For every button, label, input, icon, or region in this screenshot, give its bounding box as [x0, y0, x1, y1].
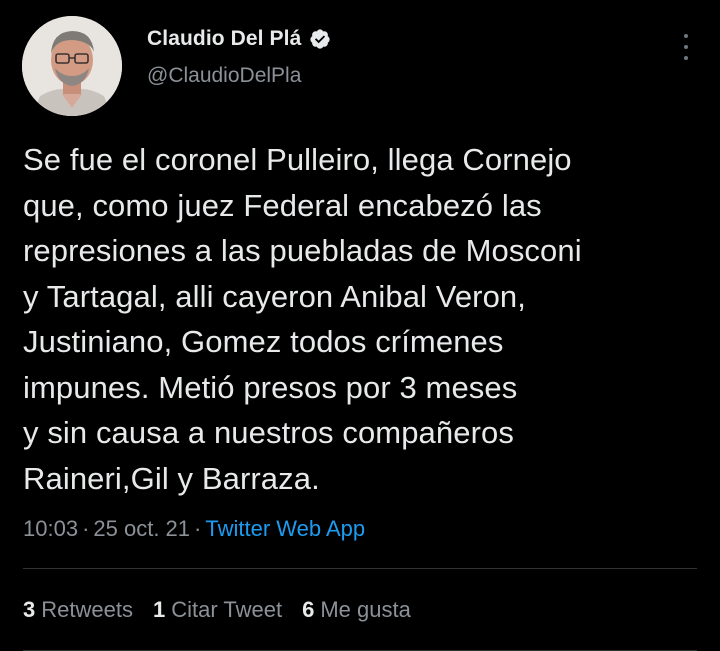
retweets-stat[interactable]: 3 Retweets [23, 597, 133, 623]
more-dot [684, 56, 688, 60]
tweet-stats: 3 Retweets 1 Citar Tweet 6 Me gusta [23, 597, 431, 623]
display-name[interactable]: Claudio Del Plá [147, 27, 301, 51]
quotes-count: 1 [152, 597, 166, 622]
likes-label: Me gusta [320, 597, 411, 622]
tweet-time[interactable]: 10:03 [23, 516, 78, 541]
retweets-count: 3 [23, 597, 36, 622]
likes-count: 6 [302, 597, 315, 622]
meta-separator: · [194, 516, 202, 541]
divider [23, 568, 697, 569]
tweet: Claudio Del Plá @ClaudioDelPla Se fue el… [0, 0, 720, 651]
meta-separator: · [82, 516, 90, 541]
more-dot [684, 45, 688, 49]
more-options-icon[interactable] [678, 34, 694, 60]
tweet-text: Se fue el coronel Pulleiro, llega Cornej… [23, 142, 582, 496]
avatar[interactable] [22, 16, 122, 116]
tweet-source-link[interactable]: Twitter Web App [205, 516, 365, 541]
tweet-meta: 10:03 · 25 oct. 21 · Twitter Web App [23, 516, 365, 542]
verified-badge-icon [309, 28, 331, 50]
likes-stat[interactable]: 6 Me gusta [302, 597, 411, 623]
retweets-label: Retweets [41, 597, 133, 622]
tweet-date[interactable]: 25 oct. 21 [93, 516, 190, 541]
more-dot [684, 34, 688, 38]
display-name-row: Claudio Del Plá [147, 24, 331, 54]
author-info: Claudio Del Plá @ClaudioDelPla [147, 24, 331, 88]
tweet-header: Claudio Del Plá @ClaudioDelPla [20, 14, 700, 116]
avatar-photo [22, 16, 122, 116]
author-handle[interactable]: @ClaudioDelPla [147, 64, 331, 88]
quotes-stat[interactable]: 1 Citar Tweet [153, 597, 282, 623]
quotes-label: Citar Tweet [171, 597, 283, 622]
